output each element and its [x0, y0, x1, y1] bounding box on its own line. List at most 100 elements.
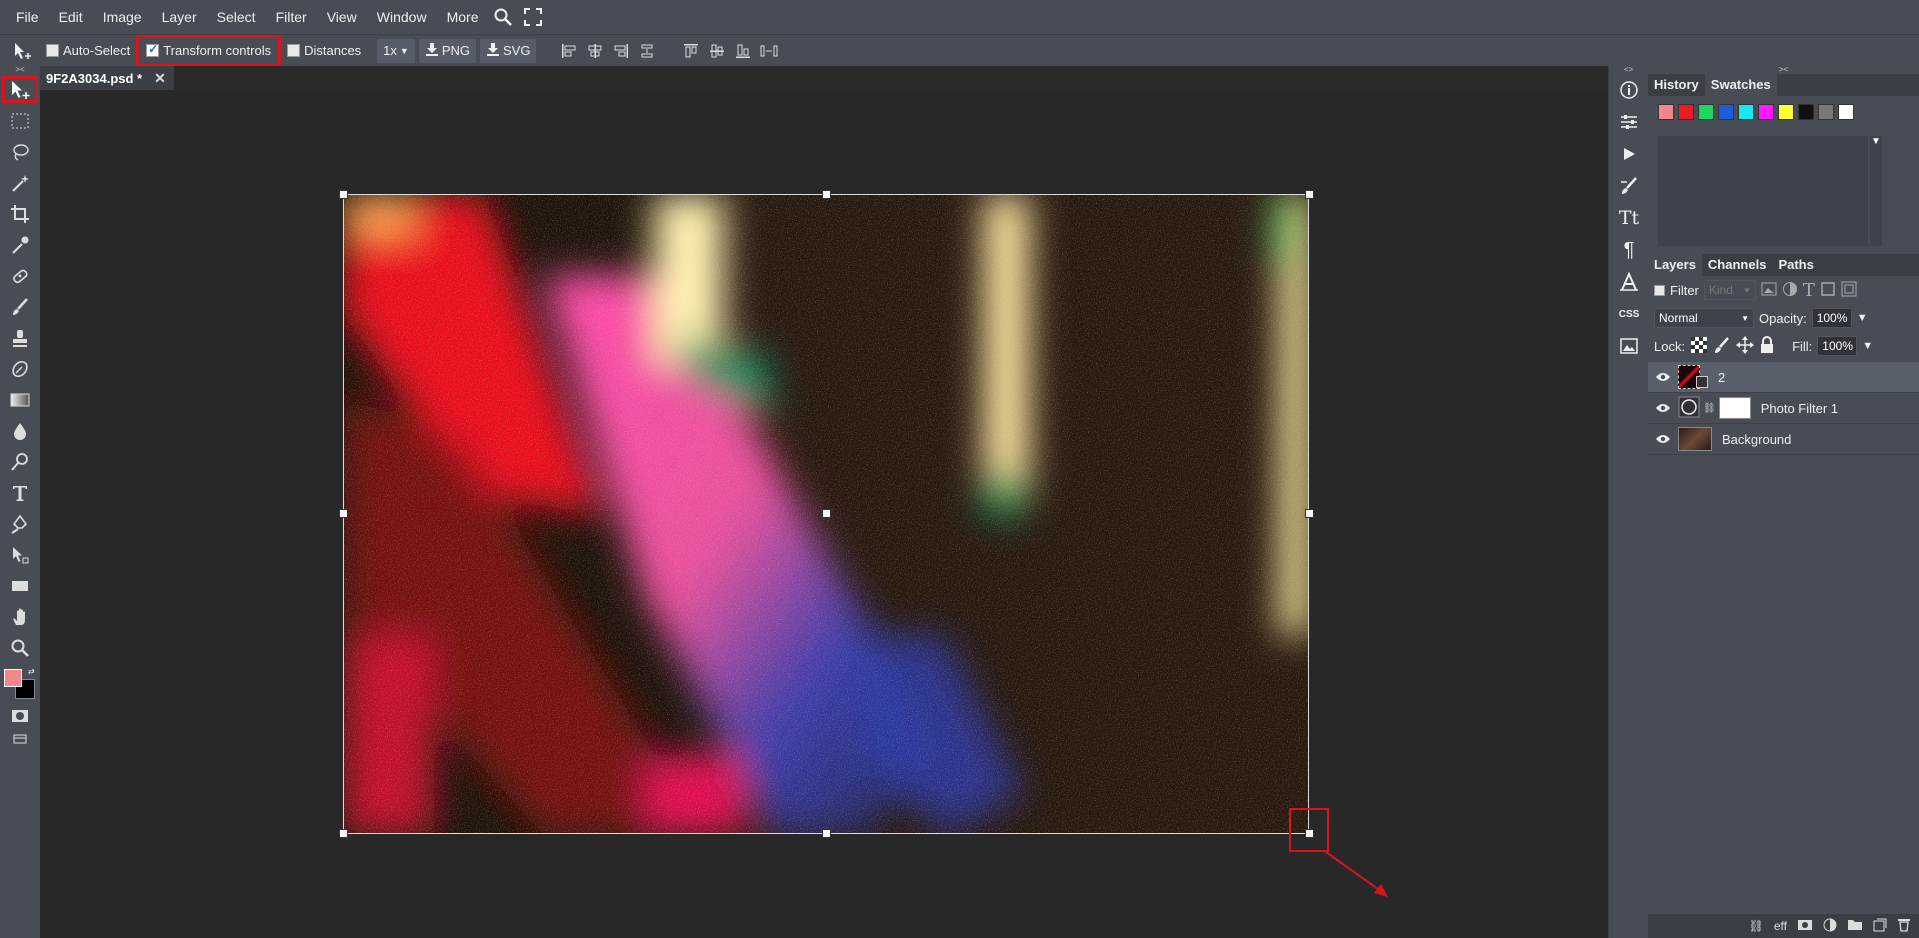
- filter-shape-icon[interactable]: [1820, 281, 1836, 300]
- align-bottom-icon[interactable]: [732, 40, 754, 62]
- filter-type-icon[interactable]: T: [1803, 280, 1815, 301]
- auto-select-checkbox[interactable]: Auto-Select: [42, 38, 134, 64]
- link-layers-icon[interactable]: ⛓: [1749, 919, 1764, 933]
- menu-view[interactable]: View: [317, 0, 367, 34]
- play-actions-icon[interactable]: [1609, 138, 1649, 170]
- css-icon[interactable]: CSS: [1609, 298, 1649, 330]
- menu-edit[interactable]: Edit: [49, 0, 93, 34]
- eye-icon[interactable]: [1648, 403, 1678, 413]
- layer-name[interactable]: Photo Filter 1: [1761, 401, 1838, 416]
- menu-filter[interactable]: Filter: [266, 0, 317, 34]
- swatch-9[interactable]: [1838, 104, 1854, 120]
- align-right-icon[interactable]: [610, 40, 632, 62]
- transform-handle-top-left[interactable]: [339, 190, 348, 199]
- export-png-button[interactable]: PNG: [418, 38, 476, 63]
- info-icon[interactable]: [1609, 74, 1649, 106]
- swatch-3[interactable]: [1718, 104, 1734, 120]
- hand-tool[interactable]: [0, 601, 40, 632]
- tab-paths[interactable]: Paths: [1772, 254, 1819, 276]
- stamp-tool[interactable]: [0, 322, 40, 353]
- new-group-icon[interactable]: [1847, 918, 1863, 934]
- zoom-tool[interactable]: [0, 632, 40, 663]
- lock-position-icon[interactable]: [1736, 335, 1755, 357]
- brush-settings-icon[interactable]: [1609, 170, 1649, 202]
- fullscreen-icon[interactable]: [518, 0, 548, 34]
- eraser-tool[interactable]: [0, 353, 40, 384]
- tab-channels[interactable]: Channels: [1702, 254, 1773, 276]
- tab-layers[interactable]: Layers: [1648, 254, 1702, 276]
- fill-input[interactable]: 100%: [1817, 336, 1858, 356]
- new-adjustment-icon[interactable]: [1823, 918, 1837, 935]
- dodge-tool[interactable]: [0, 446, 40, 477]
- filter-image-icon[interactable]: [1761, 282, 1777, 299]
- screen-mode-icon[interactable]: [0, 729, 40, 749]
- align-top-icon[interactable]: [680, 40, 702, 62]
- transform-handle-bottom-center[interactable]: [822, 829, 831, 838]
- menu-image[interactable]: Image: [93, 0, 152, 34]
- swatch-5[interactable]: [1758, 104, 1774, 120]
- path-select-tool[interactable]: [0, 539, 40, 570]
- menu-layer[interactable]: Layer: [152, 0, 207, 34]
- eye-icon[interactable]: [1648, 434, 1678, 444]
- eye-icon[interactable]: [1648, 372, 1678, 382]
- filter-checkbox[interactable]: [1654, 284, 1665, 296]
- fill-dropdown-icon[interactable]: ▼: [1862, 340, 1873, 352]
- collapse-panel-icon[interactable]: ><: [1648, 66, 1919, 74]
- lasso-tool[interactable]: [0, 136, 40, 167]
- document-tab[interactable]: 9F2A3034.psd * ✕: [40, 66, 174, 90]
- auto-select-box[interactable]: [46, 44, 59, 57]
- eyedropper-tool[interactable]: [0, 229, 40, 260]
- export-svg-button[interactable]: SVG: [480, 38, 537, 63]
- blend-mode-select[interactable]: Normal ▼: [1654, 308, 1754, 328]
- paragraph-icon[interactable]: ¶: [1609, 234, 1649, 266]
- swatch-1[interactable]: [1678, 104, 1694, 120]
- transform-controls-checkbox[interactable]: Transform controls: [136, 34, 282, 67]
- blur-tool[interactable]: [0, 415, 40, 446]
- distances-checkbox[interactable]: Distances: [283, 38, 365, 64]
- character-icon[interactable]: Tt: [1609, 202, 1649, 234]
- transform-handle-top-center[interactable]: [822, 190, 831, 199]
- type-tool[interactable]: [0, 477, 40, 508]
- shape-tool[interactable]: [0, 570, 40, 601]
- distribute-v-icon[interactable]: [758, 40, 780, 62]
- menu-select[interactable]: Select: [207, 0, 266, 34]
- transform-handle-middle-left[interactable]: [339, 509, 348, 518]
- layer-item[interactable]: ⛓ Photo Filter 1: [1648, 393, 1919, 424]
- canvas-area[interactable]: [40, 90, 1608, 938]
- swatch-menu-icon[interactable]: ▼: [1870, 136, 1882, 246]
- menu-more[interactable]: More: [437, 0, 489, 34]
- lock-all-icon[interactable]: [1759, 335, 1775, 357]
- new-layer-icon[interactable]: [1873, 918, 1887, 935]
- align-center-h-icon[interactable]: [584, 40, 606, 62]
- swatch-4[interactable]: [1738, 104, 1754, 120]
- tab-swatches[interactable]: Swatches: [1704, 74, 1777, 96]
- glyphs-icon[interactable]: [1609, 266, 1649, 298]
- lock-transparent-icon[interactable]: [1690, 336, 1708, 357]
- swatch-8[interactable]: [1818, 104, 1834, 120]
- distances-box[interactable]: [287, 44, 301, 57]
- image-icon[interactable]: [1609, 330, 1649, 362]
- opacity-input[interactable]: 100%: [1811, 308, 1852, 328]
- swatch-7[interactable]: [1798, 104, 1814, 120]
- menu-window[interactable]: Window: [367, 0, 437, 34]
- layer-item[interactable]: Background: [1648, 424, 1919, 455]
- transform-handle-middle-right[interactable]: [1305, 509, 1314, 518]
- adjustments-icon[interactable]: [1609, 106, 1649, 138]
- zoom-dropdown[interactable]: 1x ▼: [377, 38, 415, 63]
- menu-file[interactable]: File: [6, 0, 49, 34]
- swatch-6[interactable]: [1778, 104, 1794, 120]
- crop-tool[interactable]: [0, 198, 40, 229]
- brush-tool[interactable]: [0, 291, 40, 322]
- align-middle-icon[interactable]: [706, 40, 728, 62]
- swatch-2[interactable]: [1698, 104, 1714, 120]
- effects-icon[interactable]: eff: [1774, 919, 1787, 933]
- swatch-0[interactable]: [1658, 104, 1674, 120]
- marquee-tool[interactable]: [0, 105, 40, 136]
- pen-tool[interactable]: [0, 508, 40, 539]
- transform-controls-box[interactable]: [146, 42, 160, 57]
- filter-smart-icon[interactable]: [1841, 281, 1857, 300]
- delete-layer-icon[interactable]: [1897, 917, 1911, 935]
- add-mask-icon[interactable]: [1797, 919, 1813, 934]
- transform-handle-bottom-left[interactable]: [339, 829, 348, 838]
- search-icon[interactable]: [488, 0, 518, 34]
